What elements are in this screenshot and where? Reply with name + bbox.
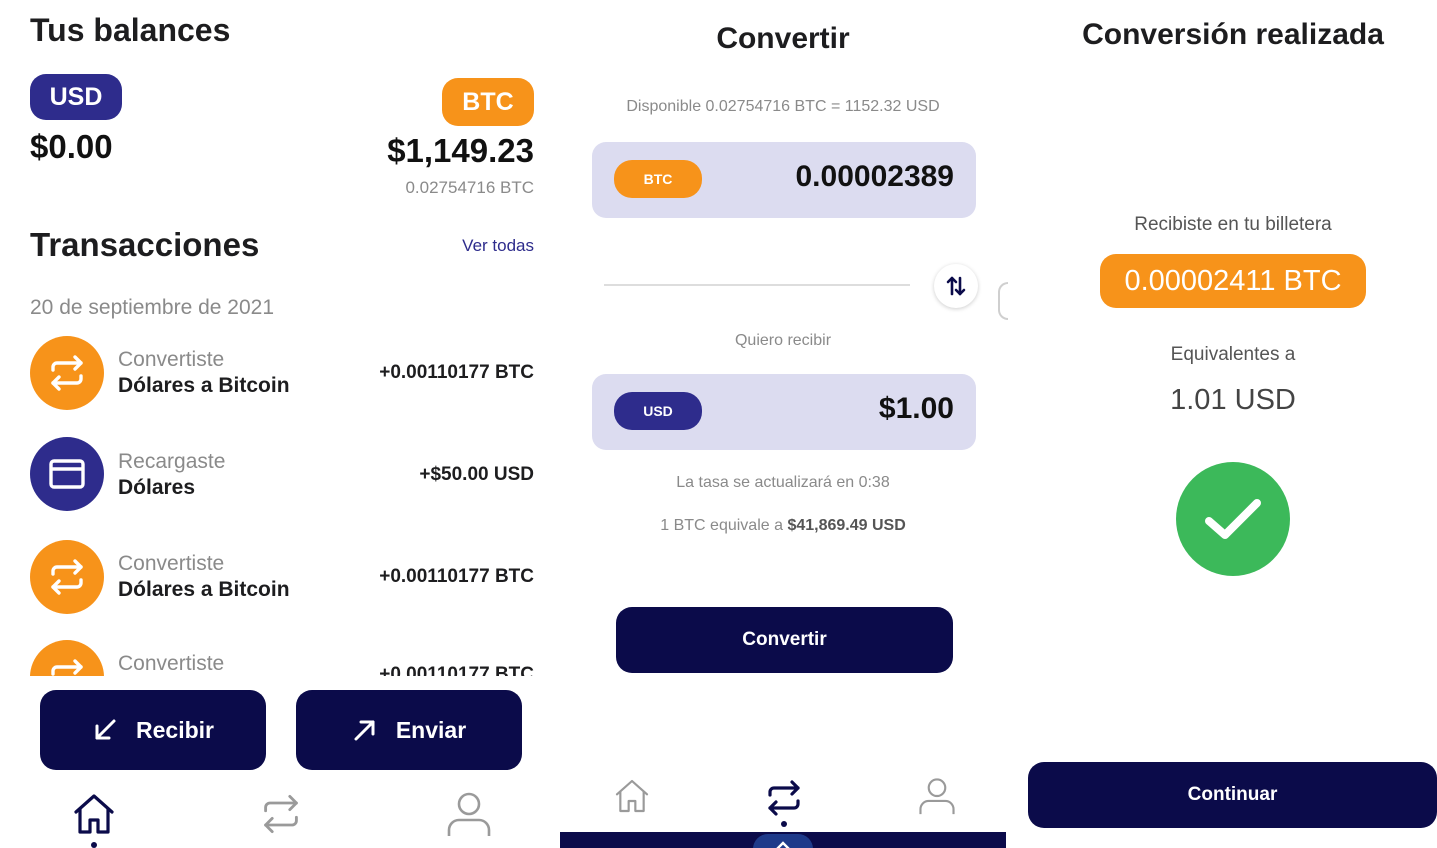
nav-profile-icon[interactable] [918, 776, 956, 821]
convert-icon [30, 640, 104, 676]
receive-label: Recibir [136, 716, 214, 743]
rate-update-text: La tasa se actualizará en 0:38 [676, 474, 890, 491]
convert-button[interactable]: Convertir [616, 607, 953, 673]
home-screen: Tus balances USD $0.00 BTC $1,149.23 0.0… [0, 0, 560, 848]
page-title: Convertir [716, 22, 850, 55]
nav-home-icon[interactable] [70, 790, 118, 843]
receive-label: Quiero recibir [734, 332, 832, 349]
list-item-amount: +0.00110177 BTC [379, 664, 534, 676]
nav-home-icon[interactable] [612, 776, 652, 821]
available-balance: Disponible 0.02754716 BTC = 1152.32 USD [626, 98, 940, 115]
success-check-icon [1176, 462, 1290, 576]
to-currency-pill[interactable]: USD [614, 392, 702, 430]
edge-handle [998, 282, 1008, 320]
rate-value: $41,869.49 USD [787, 517, 906, 534]
from-currency-pill[interactable]: BTC [614, 160, 702, 198]
swap-icon [946, 276, 966, 296]
list-item-sub: Convertiste [118, 652, 225, 675]
to-amount-box[interactable]: USD $1.00 [592, 374, 976, 450]
rate-prefix: 1 BTC equivale a [660, 517, 788, 534]
equivalent-label: Equivalentes a [1170, 344, 1296, 365]
send-button[interactable]: Enviar [296, 690, 522, 770]
to-amount-input[interactable]: $1.00 [879, 392, 954, 426]
send-label: Enviar [395, 716, 467, 743]
nav-convert-icon[interactable] [762, 778, 806, 823]
receive-button[interactable]: Recibir [40, 690, 266, 770]
rate-text: 1 BTC equivale a $41,869.49 USD [560, 517, 1006, 535]
received-amount-badge: 0.00002411 BTC [1100, 254, 1366, 308]
page-title: Conversión realizada [1082, 18, 1384, 51]
equivalent-value: 1.01 USD [1170, 384, 1296, 416]
nav-profile-icon[interactable] [446, 790, 492, 843]
chevron-up-icon [775, 838, 791, 848]
continue-button[interactable]: Continuar [1028, 762, 1437, 828]
received-label: Recibiste en tu billetera [1134, 214, 1332, 235]
swap-button[interactable] [934, 264, 978, 308]
nav-active-dot [91, 842, 97, 848]
divider [604, 284, 910, 286]
from-amount-box[interactable]: BTC 0.00002389 [592, 142, 976, 218]
nav-convert-icon[interactable] [256, 792, 306, 841]
from-amount-input[interactable]: 0.00002389 [796, 160, 955, 194]
nav-active-dot [781, 821, 787, 827]
arrow-up-right-icon [354, 720, 375, 741]
arrow-down-left-icon [95, 719, 116, 740]
conversion-done-screen: Conversión realizada Recibiste en tu bil… [1016, 0, 1437, 848]
convert-screen: Convertir Disponible 0.02754716 BTC = 11… [560, 0, 1006, 848]
list-item[interactable]: Convertiste +0.00110177 BTC [0, 0, 560, 676]
